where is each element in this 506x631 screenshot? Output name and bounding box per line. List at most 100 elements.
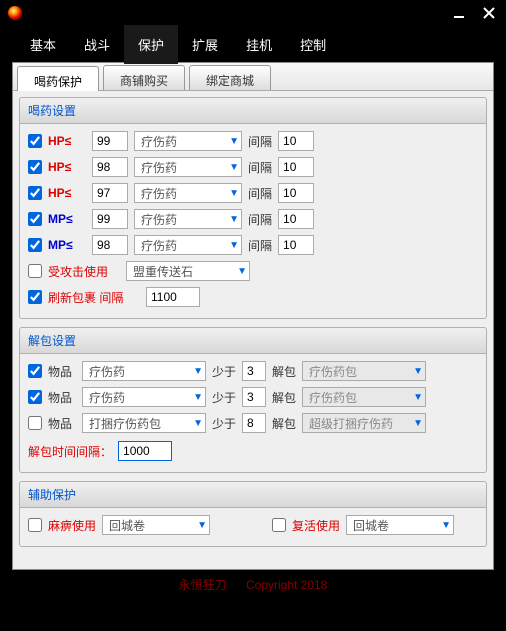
menu-item-0[interactable]: 基本 xyxy=(16,25,70,64)
potion-row: HP≤ 疗伤药▼ 间隔 xyxy=(28,182,478,204)
unpack-interval-label: 解包时间间隔： xyxy=(28,443,112,460)
threshold-input[interactable] xyxy=(92,209,128,229)
group-title: 辅助保护 xyxy=(20,482,486,508)
unpack-row: 物品疗伤药▼少于解包疗伤药包▼ xyxy=(28,386,478,408)
revive-item-combo[interactable]: 回城卷▼ xyxy=(346,515,454,535)
item-label: 物品 xyxy=(48,389,76,406)
unpack-label: 解包 xyxy=(272,415,296,432)
unpack-interval-input[interactable] xyxy=(118,441,172,461)
threshold-input[interactable] xyxy=(92,235,128,255)
refresh-bag-label: 刷新包裹 间隔 xyxy=(48,289,140,306)
revive-label: 复活使用 xyxy=(292,517,340,534)
interval-input[interactable] xyxy=(278,183,314,203)
titlebar xyxy=(0,0,506,26)
unpack-checkbox[interactable] xyxy=(28,364,42,378)
potion-settings-group: 喝药设置 HP≤ 疗伤药▼ 间隔 HP≤ 疗伤药▼ 间隔 HP≤ 疗伤药▼ 间隔 MP≤ 疗伤药▼ 间… xyxy=(19,97,487,319)
potion-item-combo[interactable]: 疗伤药▼ xyxy=(134,235,242,255)
attack-use-combo[interactable]: 盟重传送石▼ xyxy=(126,261,250,281)
paralyze-checkbox[interactable] xyxy=(28,518,42,532)
threshold-label: HP≤ xyxy=(48,134,86,148)
sub-tab-2[interactable]: 绑定商城 xyxy=(189,65,271,90)
menu-item-1[interactable]: 战斗 xyxy=(70,25,124,64)
attack-use-label: 受攻击使用 xyxy=(48,263,120,280)
sub-tabs: 喝药保护商铺购买绑定商城 xyxy=(13,63,493,91)
chevron-down-icon: ▼ xyxy=(237,266,247,277)
potion-checkbox[interactable] xyxy=(28,238,42,252)
item-label: 物品 xyxy=(48,363,76,380)
threshold-label: HP≤ xyxy=(48,160,86,174)
paralyze-item-combo[interactable]: 回城卷▼ xyxy=(102,515,210,535)
menu-item-2[interactable]: 保护 xyxy=(124,25,178,64)
interval-label: 间隔 xyxy=(248,159,272,176)
unpack-row: 物品疗伤药▼ 少于 解包疗伤药包▼ xyxy=(28,360,478,382)
chevron-down-icon: ▼ xyxy=(413,392,423,403)
group-title: 解包设置 xyxy=(20,328,486,354)
menu-item-5[interactable]: 控制 xyxy=(286,25,340,64)
item-label: 物品 xyxy=(48,415,76,432)
potion-row: MP≤ 疗伤药▼ 间隔 xyxy=(28,234,478,256)
footer-copyright: Copyright 2018 xyxy=(246,578,327,592)
potion-checkbox[interactable] xyxy=(28,212,42,226)
threshold-label: MP≤ xyxy=(48,212,86,226)
unpack-checkbox[interactable] xyxy=(28,390,42,404)
potion-checkbox[interactable] xyxy=(28,186,42,200)
assist-protect-group: 辅助保护 麻痹使用 回城卷▼ 复活使用 回城卷▼ xyxy=(19,481,487,547)
unpack-item-combo[interactable]: 打捆疗伤药包▼ xyxy=(82,413,206,433)
pack-combo[interactable]: 超级打捆疗伤药▼ xyxy=(302,413,426,433)
chevron-down-icon: ▼ xyxy=(197,520,207,531)
potion-item-combo[interactable]: 疗伤药▼ xyxy=(134,131,242,151)
menu-item-3[interactable]: 扩展 xyxy=(178,25,232,64)
pack-combo[interactable]: 疗伤药包▼ xyxy=(302,387,426,407)
interval-label: 间隔 xyxy=(248,237,272,254)
potion-item-combo[interactable]: 疗伤药▼ xyxy=(134,157,242,177)
unpack-checkbox[interactable] xyxy=(28,416,42,430)
chevron-down-icon: ▼ xyxy=(193,418,203,429)
unpack-label: 解包 xyxy=(272,363,296,380)
interval-input[interactable] xyxy=(278,235,314,255)
refresh-bag-input[interactable] xyxy=(146,287,200,307)
pack-combo[interactable]: 疗伤药包▼ xyxy=(302,361,426,381)
less-label: 少于 xyxy=(212,415,236,432)
qty-input[interactable] xyxy=(242,361,266,381)
interval-label: 间隔 xyxy=(248,133,272,150)
threshold-input[interactable] xyxy=(92,131,128,151)
potion-item-combo[interactable]: 疗伤药▼ xyxy=(134,183,242,203)
close-button[interactable] xyxy=(476,3,502,23)
interval-label: 间隔 xyxy=(248,185,272,202)
chevron-down-icon: ▼ xyxy=(229,136,239,147)
refresh-bag-checkbox[interactable] xyxy=(28,290,42,304)
minimize-button[interactable] xyxy=(446,3,472,23)
unpack-item-combo[interactable]: 疗伤药▼ xyxy=(82,361,206,381)
potion-row: HP≤ 疗伤药▼ 间隔 xyxy=(28,130,478,152)
group-title: 喝药设置 xyxy=(20,98,486,124)
interval-input[interactable] xyxy=(278,157,314,177)
window-controls xyxy=(446,3,502,23)
unpack-item-combo[interactable]: 疗伤药▼ xyxy=(82,387,206,407)
sub-tab-1[interactable]: 商铺购买 xyxy=(103,65,185,90)
unpack-interval-row: 解包时间间隔： xyxy=(28,440,478,462)
revive-checkbox[interactable] xyxy=(272,518,286,532)
chevron-down-icon: ▼ xyxy=(441,520,451,531)
footer: 永恒狂刀 Copyright 2018 xyxy=(0,576,506,593)
unpack-row: 物品打捆疗伤药包▼ 少于 解包超级打捆疗伤药▼ xyxy=(28,412,478,434)
chevron-down-icon: ▼ xyxy=(413,366,423,377)
potion-checkbox[interactable] xyxy=(28,160,42,174)
threshold-input[interactable] xyxy=(92,157,128,177)
interval-input[interactable] xyxy=(278,131,314,151)
interval-input[interactable] xyxy=(278,209,314,229)
sub-tab-0[interactable]: 喝药保护 xyxy=(17,66,99,91)
potion-item-combo[interactable]: 疗伤药▼ xyxy=(134,209,242,229)
threshold-input[interactable] xyxy=(92,183,128,203)
attack-use-checkbox[interactable] xyxy=(28,264,42,278)
qty-input[interactable] xyxy=(242,413,266,433)
qty-input[interactable] xyxy=(242,387,266,407)
footer-brand: 永恒狂刀 xyxy=(179,578,227,592)
chevron-down-icon: ▼ xyxy=(193,366,203,377)
less-label: 少于 xyxy=(212,363,236,380)
menu-item-4[interactable]: 挂机 xyxy=(232,25,286,64)
potion-checkbox[interactable] xyxy=(28,134,42,148)
threshold-label: MP≤ xyxy=(48,238,86,252)
threshold-label: HP≤ xyxy=(48,186,86,200)
unpack-settings-group: 解包设置 物品疗伤药▼少于解包疗伤药包▼物品疗伤药▼少于解包疗伤药包▼物品打捆疗… xyxy=(19,327,487,473)
chevron-down-icon: ▼ xyxy=(229,162,239,173)
